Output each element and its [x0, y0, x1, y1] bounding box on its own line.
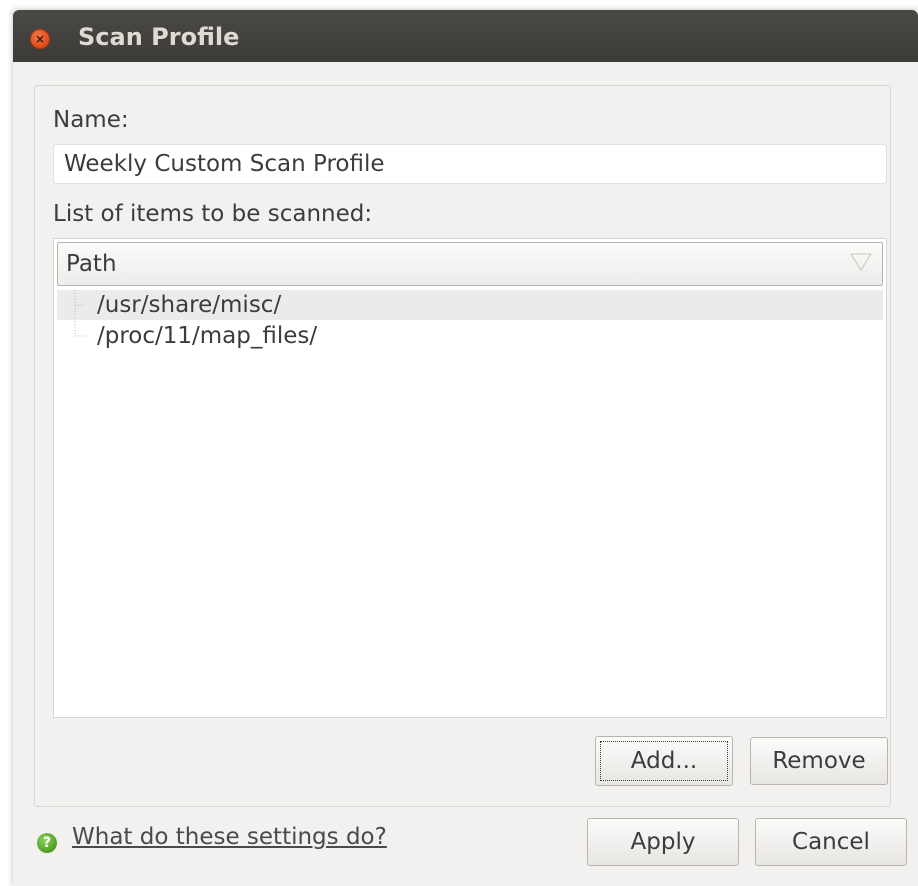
close-button[interactable]: × — [30, 29, 50, 49]
help-icon[interactable]: ? — [37, 833, 57, 853]
cancel-button-label: Cancel — [792, 829, 870, 855]
add-button[interactable]: Add... — [595, 736, 733, 786]
scan-profile-dialog: × Scan Profile Name: Weekly Custom Scan … — [13, 10, 918, 886]
title-bar[interactable]: × Scan Profile — [13, 10, 918, 62]
help-link[interactable]: What do these settings do? — [72, 824, 387, 850]
tree-connector-icon — [74, 290, 87, 320]
list-item[interactable]: /proc/11/map_files/ — [57, 321, 883, 351]
apply-button[interactable]: Apply — [587, 818, 739, 866]
close-icon: × — [34, 32, 46, 46]
path-column-label: Path — [66, 251, 117, 277]
sort-indicator-icon — [849, 253, 873, 272]
list-item[interactable]: /usr/share/misc/ — [57, 290, 883, 320]
apply-button-label: Apply — [630, 829, 696, 855]
remove-button-label: Remove — [772, 748, 866, 774]
tree-connector-icon — [74, 321, 87, 337]
window-title: Scan Profile — [78, 23, 240, 51]
path-column-header[interactable]: Path — [57, 242, 883, 286]
list-item-path: /proc/11/map_files/ — [97, 323, 318, 349]
items-list-label: List of items to be scanned: — [53, 201, 373, 227]
list-item-path: /usr/share/misc/ — [97, 292, 282, 318]
cancel-button[interactable]: Cancel — [755, 818, 907, 866]
name-label: Name: — [53, 107, 129, 133]
remove-button[interactable]: Remove — [750, 737, 888, 785]
scan-items-list[interactable]: Path /usr/share/misc/ /proc/11/map_files… — [53, 238, 887, 718]
name-input[interactable]: Weekly Custom Scan Profile — [53, 144, 887, 184]
focus-ring — [600, 741, 728, 781]
